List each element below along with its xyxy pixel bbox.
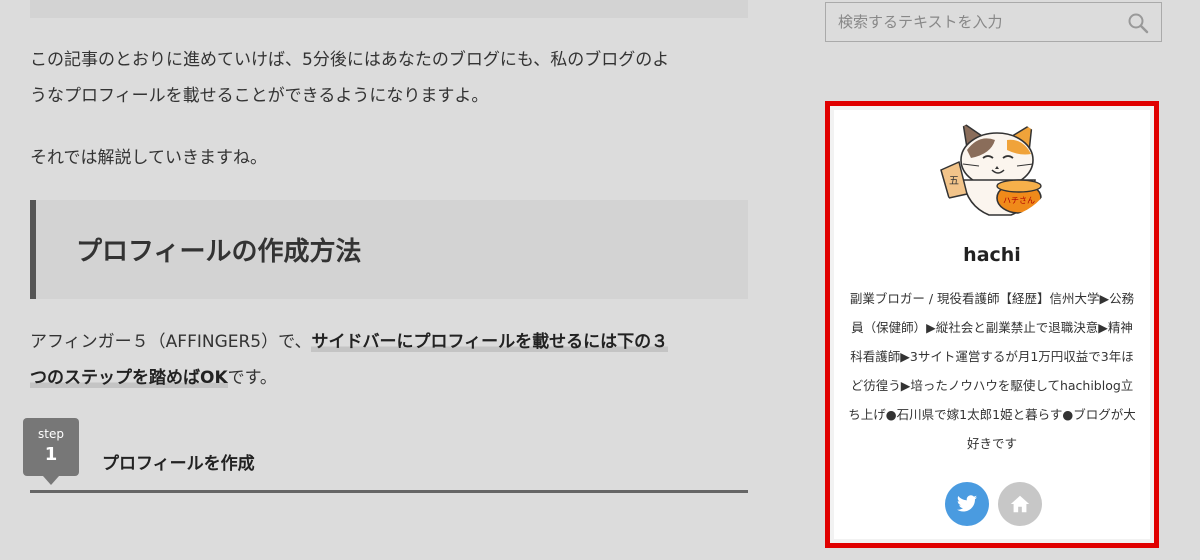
step-number: 1: [44, 444, 58, 465]
avatar-badge-text: 五: [949, 176, 959, 187]
home-button[interactable]: [998, 482, 1042, 526]
cat-avatar-image: 五 ハチさん: [937, 118, 1053, 218]
search-input[interactable]: [838, 9, 1118, 35]
search-box: [825, 2, 1162, 42]
search-icon[interactable]: [1127, 12, 1149, 34]
step-badge: step 1: [23, 418, 79, 485]
lead-text-end: です。: [227, 368, 277, 388]
profile-card: 五 ハチさん hachi 副業ブロガー / 現役看護師【経歴】信州大学▶公務員（…: [834, 110, 1150, 539]
step-divider: [30, 490, 748, 493]
lead-highlight-1: サイドバーにプロフィールを載せるには下の３: [311, 332, 669, 352]
profile-description: 副業ブロガー / 現役看護師【経歴】信州大学▶公務員（保健師）▶縦社会と副業禁止…: [848, 291, 1136, 451]
previous-block: [30, 0, 748, 18]
avatar-sign-text: ハチさん: [1003, 196, 1035, 205]
lead-highlight-2: つのステップを踏めばOK: [30, 368, 228, 388]
avatar: 五 ハチさん: [937, 118, 1053, 218]
lead-paragraph: アフィンガー５（AFFINGER5）で、サイドバーにプロフィールを載せるには下の…: [30, 324, 770, 396]
lead-text: アフィンガー５（AFFINGER5）で、: [30, 332, 312, 352]
intro-line-2: うなプロフィールを載せることができるようになりますよ。: [30, 86, 489, 106]
profile-name: hachi: [963, 244, 1021, 266]
intro-paragraph: この記事のとおりに進めていけば、5分後にはあなたのブログにも、私のブログのよ うな…: [30, 42, 770, 114]
twitter-button[interactable]: [945, 482, 989, 526]
section-heading-text: プロフィールの作成方法: [76, 237, 362, 267]
step-word: step: [38, 427, 64, 441]
section-heading: プロフィールの作成方法: [30, 200, 748, 299]
step-title: プロフィールを作成: [102, 454, 255, 474]
home-icon: [1010, 495, 1030, 513]
intro-line-1: この記事のとおりに進めていけば、5分後にはあなたのブログにも、私のブログのよ: [30, 50, 670, 70]
transition-paragraph: それでは解説していきますね。: [30, 148, 267, 168]
twitter-icon: [956, 495, 978, 512]
profile-widget-highlight: 五 ハチさん hachi 副業ブロガー / 現役看護師【経歴】信州大学▶公務員（…: [825, 101, 1159, 548]
